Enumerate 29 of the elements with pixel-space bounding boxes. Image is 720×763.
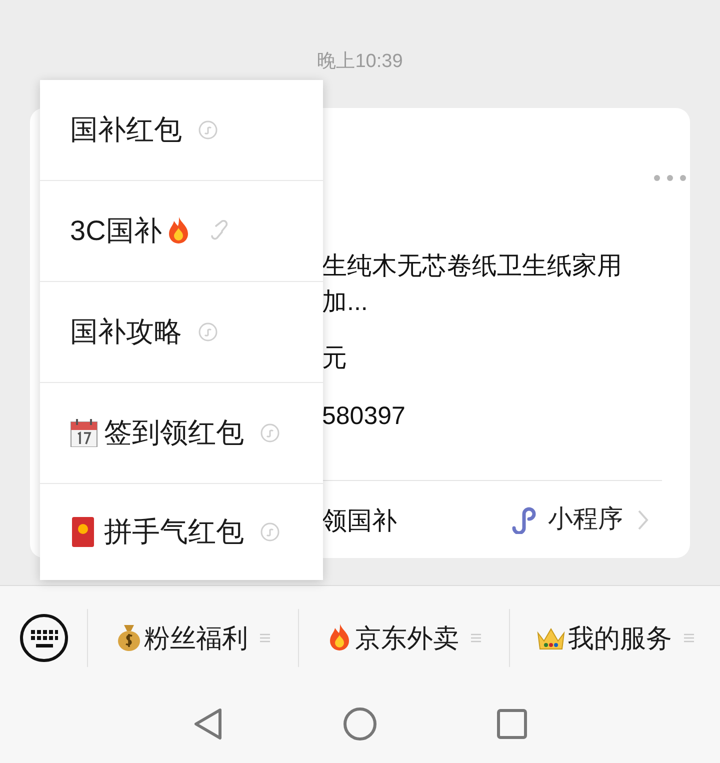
submenu-icon	[684, 633, 694, 643]
home-icon[interactable]	[343, 706, 377, 740]
money-bag-icon	[116, 623, 142, 653]
calendar-icon	[70, 419, 98, 447]
menu-item[interactable]: 3C国补	[40, 181, 323, 282]
number-text: 580397	[322, 401, 406, 432]
recents-icon[interactable]	[497, 708, 527, 738]
status-time: 晚上10:39	[317, 50, 403, 74]
menu-item[interactable]: 国补攻略	[40, 282, 323, 383]
price-text: 元	[322, 343, 348, 374]
keyboard-icon[interactable]	[18, 613, 68, 663]
menu-tab[interactable]: 我的服务	[509, 609, 720, 667]
submenu-icon	[471, 633, 481, 643]
link-icon	[260, 423, 280, 443]
menu-tab[interactable]: 京东外卖	[298, 609, 509, 667]
back-icon[interactable]	[193, 706, 223, 740]
menu-tab[interactable]: 粉丝福利	[87, 609, 298, 667]
link-icon	[198, 120, 218, 140]
envelope-icon	[70, 517, 96, 547]
menu-item[interactable]: 国补红包	[40, 80, 323, 181]
product-title: 加...	[322, 287, 369, 318]
menu-item[interactable]: 签到领红包	[40, 383, 323, 484]
menu-item[interactable]: 拼手气红包	[40, 484, 323, 580]
submenu-icon	[260, 633, 270, 643]
link-icon	[198, 322, 218, 342]
mini-program-label: 小程序	[548, 504, 623, 535]
card-footer-text: 领国补	[322, 506, 397, 537]
product-title: 生纯木无芯卷纸卫生纸家用	[322, 251, 622, 282]
link-icon	[260, 522, 280, 542]
